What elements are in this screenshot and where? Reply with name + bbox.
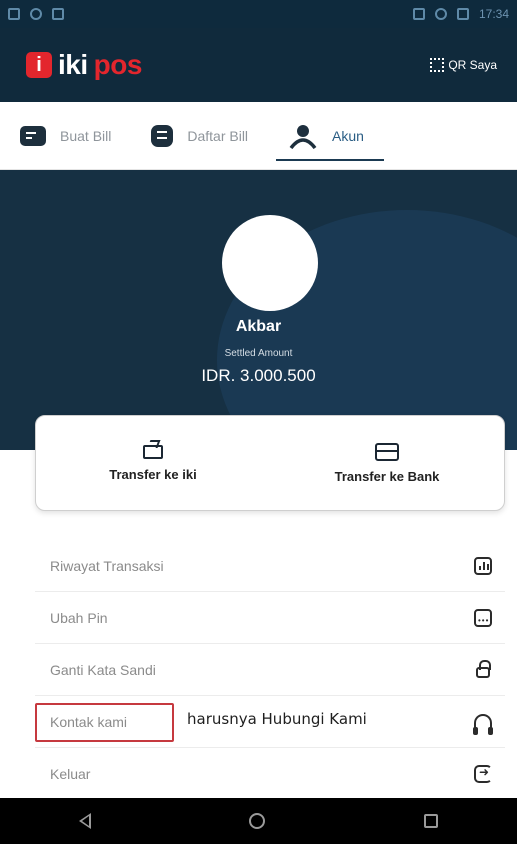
status-time: 17:34 [478, 7, 509, 21]
profile-header: Akbar Settled Amount IDR. 3.000.500 [0, 170, 517, 450]
tab-label: Akun [332, 127, 364, 144]
user-icon [289, 124, 317, 149]
home-icon[interactable] [249, 813, 266, 829]
app-icon [52, 8, 64, 20]
qr-saya-label: QR Saya [448, 58, 497, 72]
system-nav-bar [0, 798, 517, 844]
account-menu: Riwayat Transaksi Ubah Pin ••• Ganti Kat… [35, 540, 505, 800]
tab-label: Buat Bill [60, 127, 112, 144]
menu-item-keluar[interactable]: Keluar [35, 748, 505, 800]
menu-label: Ganti Kata Sandi [50, 661, 156, 678]
action-label: Transfer ke iki [109, 466, 197, 482]
transfer-actions-card: Transfer ke iki Transfer ke Bank [35, 415, 505, 511]
tab-bar: Buat Bill Daftar Bill Akun [0, 102, 517, 170]
transfer-ke-bank-button[interactable]: Transfer ke Bank [270, 416, 504, 510]
battery-icon [456, 8, 469, 20]
app-header: i iki pos QR Saya [0, 28, 517, 102]
chart-icon [473, 556, 493, 576]
menu-item-ganti-kata-sandi[interactable]: Ganti Kata Sandi [35, 644, 505, 696]
highlight-box [35, 703, 174, 742]
wallet-icon [143, 444, 163, 459]
qr-code-icon [430, 58, 445, 72]
tab-daftar-bill[interactable]: Daftar Bill [131, 102, 268, 169]
pin-icon: ••• [473, 608, 493, 628]
avatar[interactable] [222, 215, 318, 311]
action-label: Transfer ke Bank [334, 468, 440, 484]
qr-saya-button[interactable]: QR Saya [430, 58, 497, 72]
iki-pos-logo: i iki pos [26, 49, 142, 81]
logout-icon [473, 764, 493, 784]
menu-label: Riwayat Transaksi [50, 557, 164, 574]
tab-label: Daftar Bill [187, 127, 249, 144]
transfer-ke-iki-button[interactable]: Transfer ke iki [36, 416, 270, 510]
profile-name: Akbar [235, 318, 282, 335]
tab-akun[interactable]: Akun [268, 102, 384, 169]
menu-label: Keluar [50, 766, 91, 782]
wifi-icon [434, 8, 447, 20]
menu-item-ubah-pin[interactable]: Ubah Pin ••• [35, 592, 505, 644]
settled-amount-label: Settled Amount [224, 348, 293, 359]
battery-saver-icon [412, 8, 425, 20]
menu-item-kontak-kami[interactable]: Kontak kami harusnya Hubungi Kami [35, 696, 505, 748]
annotation-text: harusnya Hubungi Kami [187, 710, 367, 728]
lock-icon [473, 660, 493, 680]
logo-pos-text: pos [93, 49, 143, 80]
menu-item-riwayat-transaksi[interactable]: Riwayat Transaksi [35, 540, 505, 592]
headset-icon [473, 712, 493, 735]
status-bar: 17:34 [0, 0, 517, 28]
list-icon [151, 124, 174, 147]
logo-mark: i [26, 52, 52, 78]
signal-icon [8, 8, 20, 20]
back-icon[interactable] [79, 813, 92, 829]
tab-buat-bill[interactable]: Buat Bill [0, 102, 131, 169]
logo-iki-text: iki [58, 49, 88, 80]
bill-icon [20, 125, 46, 146]
notification-icon [30, 8, 42, 20]
settled-amount-value: IDR. 3.000.500 [201, 366, 316, 385]
menu-label: Ubah Pin [50, 609, 108, 626]
recent-apps-icon[interactable] [423, 814, 438, 828]
card-icon [375, 442, 399, 461]
